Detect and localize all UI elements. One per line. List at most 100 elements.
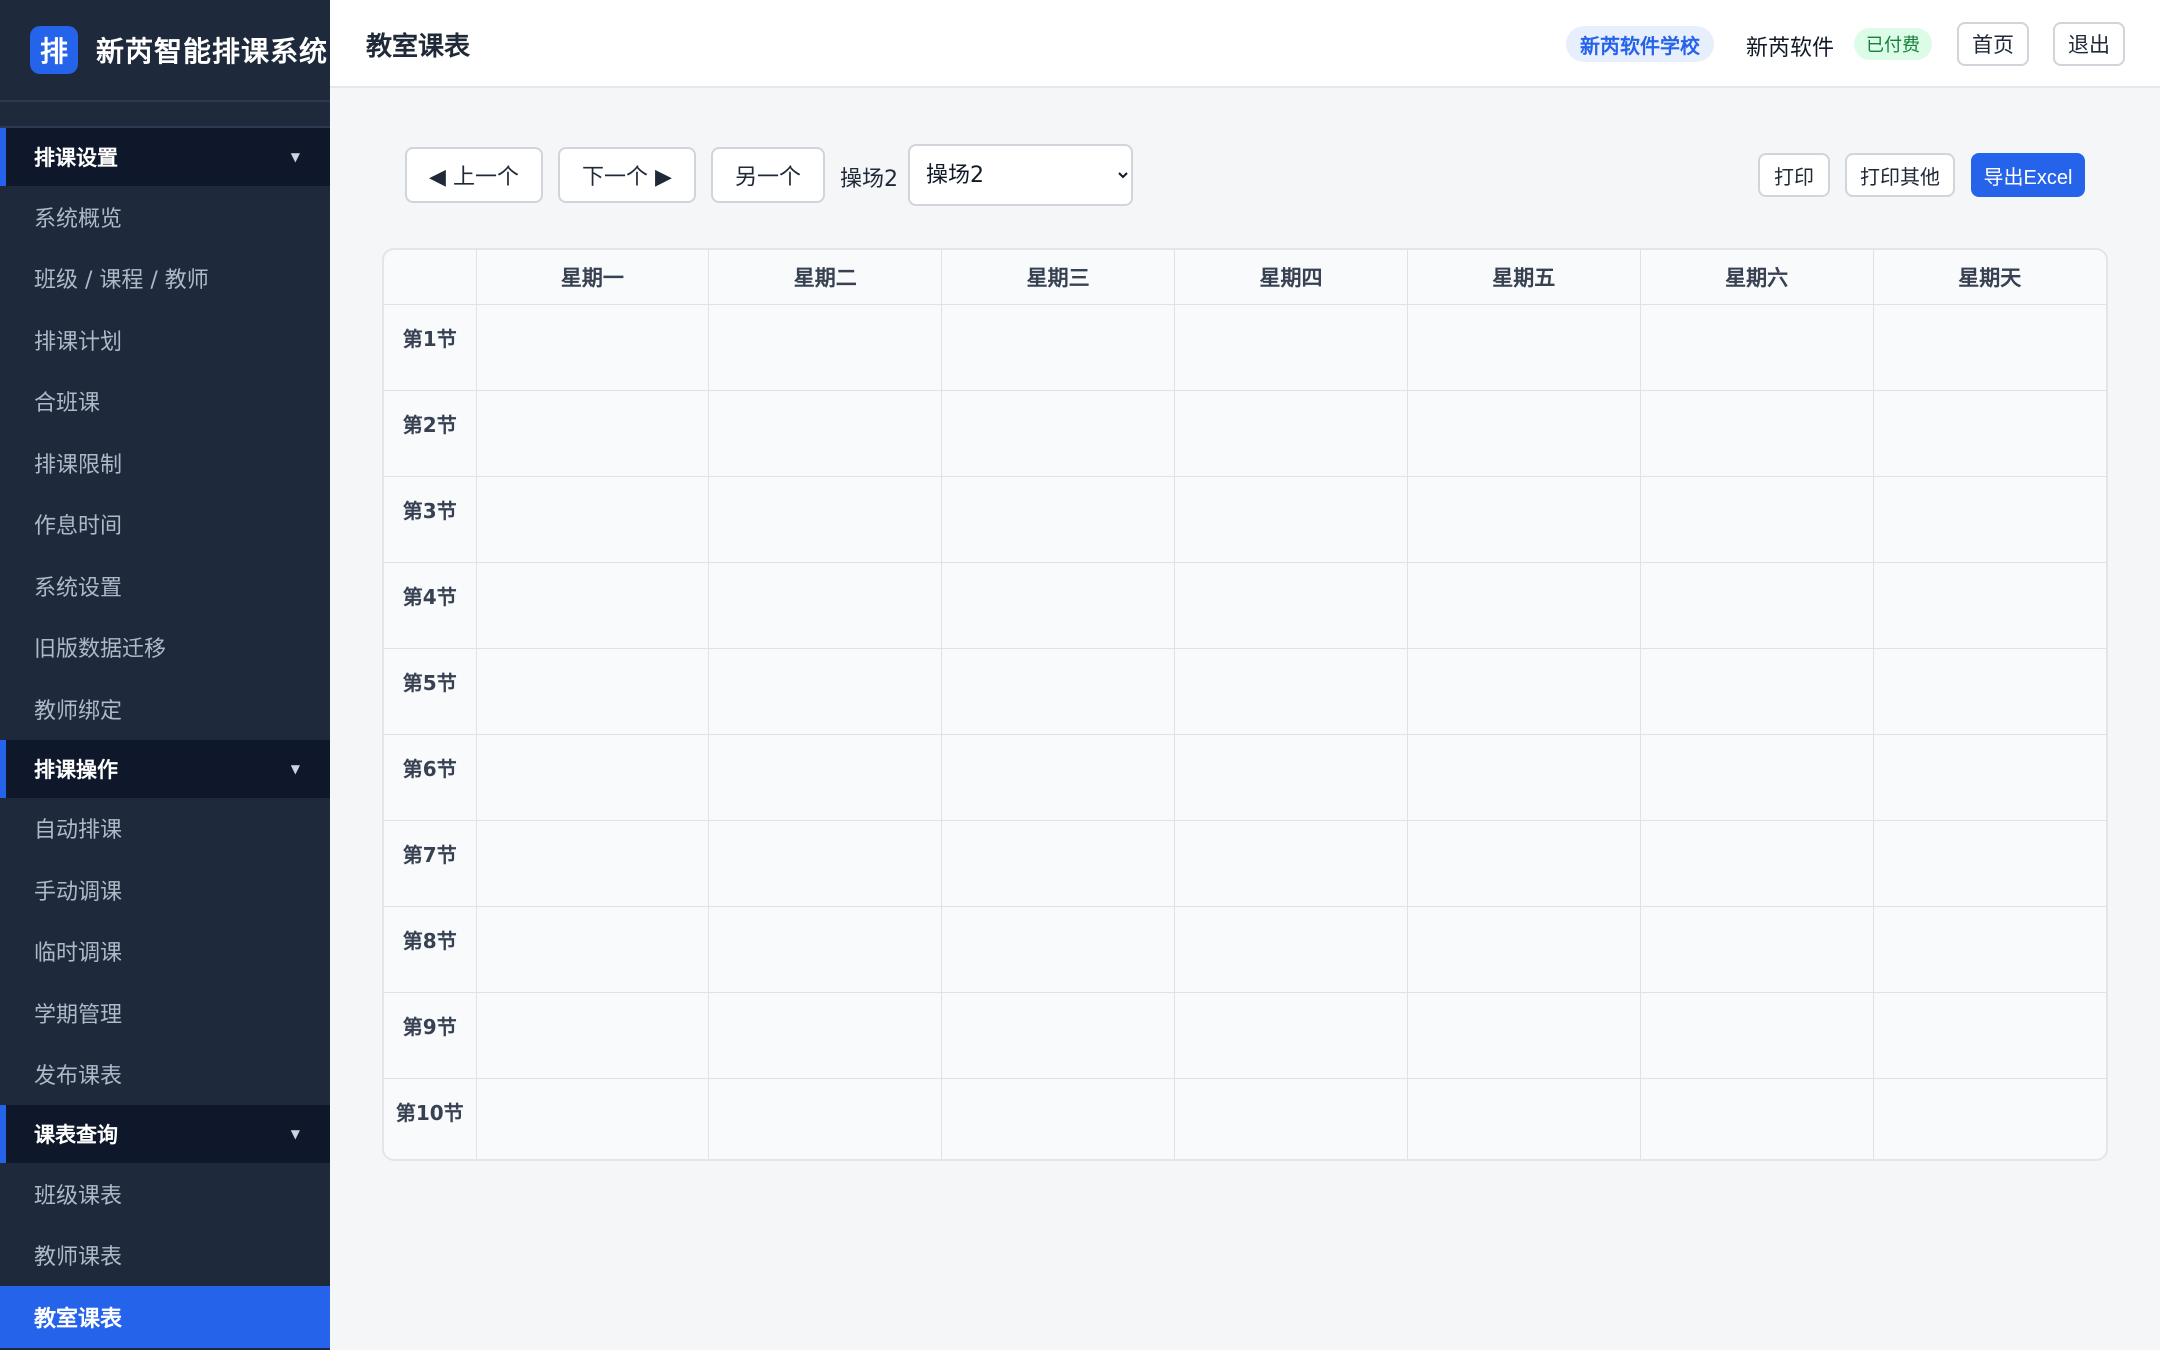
timetable-slot[interactable] [1639, 734, 1874, 821]
another-room-button[interactable]: 另一个 [711, 147, 825, 203]
sidebar-item-constraints[interactable]: 排课限制 [0, 432, 330, 494]
timetable-slot[interactable] [1872, 820, 2106, 907]
home-button[interactable]: 首页 [1957, 22, 2029, 66]
timetable-slot[interactable] [708, 906, 943, 993]
export-excel-button[interactable]: 导出Excel [1971, 153, 2085, 197]
timetable-slot[interactable] [1872, 992, 2106, 1079]
timetable-slot[interactable] [1872, 304, 2106, 391]
sidebar-item-teacher-binding[interactable]: 教师绑定 [0, 678, 330, 740]
timetable-slot[interactable] [941, 562, 1176, 649]
sidebar-item-term-management[interactable]: 学期管理 [0, 982, 330, 1044]
sidebar-item-overview[interactable]: 系统概览 [0, 186, 330, 248]
room-select[interactable]: 操场2 [908, 144, 1133, 206]
timetable-slot[interactable] [1406, 476, 1641, 563]
sidebar-item-combined-class[interactable]: 合班课 [0, 371, 330, 433]
timetable-slot[interactable] [1639, 476, 1874, 563]
timetable-slot[interactable] [1639, 390, 1874, 477]
timetable-slot[interactable] [1872, 1078, 2106, 1159]
timetable-slot[interactable] [1174, 390, 1408, 477]
timetable-slot[interactable] [1406, 820, 1641, 907]
sidebar-item-system-settings[interactable]: 系统设置 [0, 555, 330, 617]
timetable-slot[interactable] [1639, 1078, 1874, 1159]
timetable-slot[interactable] [1639, 992, 1874, 1079]
sidebar-item-schedule-plan[interactable]: 排课计划 [0, 309, 330, 371]
sidebar-item-class-course-teacher[interactable]: 班级 / 课程 / 教师 [0, 248, 330, 310]
sidebar-group-timetable-query[interactable]: 课表查询 ▼ [0, 1105, 330, 1163]
timetable-slot[interactable] [708, 562, 943, 649]
timetable-slot[interactable] [708, 648, 943, 735]
timetable-slot[interactable] [1174, 304, 1408, 391]
print-button[interactable]: 打印 [1758, 153, 1830, 197]
previous-room-button[interactable]: ◀ 上一个 [405, 147, 543, 203]
timetable-slot[interactable] [1174, 648, 1408, 735]
timetable-slot[interactable] [475, 906, 710, 993]
timetable-slot[interactable] [1872, 562, 2106, 649]
timetable-slot[interactable] [1406, 906, 1641, 993]
timetable-slot[interactable] [708, 992, 943, 1079]
sidebar-item-auto-schedule[interactable]: 自动排课 [0, 798, 330, 860]
timetable-slot[interactable] [475, 476, 710, 563]
sidebar-item-temporary-adjust[interactable]: 临时调课 [0, 921, 330, 983]
timetable-slot[interactable] [475, 562, 710, 649]
timetable-slot[interactable] [1406, 390, 1641, 477]
timetable-slot[interactable] [1639, 648, 1874, 735]
sidebar-group-schedule-operations[interactable]: 排课操作 ▼ [0, 739, 330, 798]
timetable-slot[interactable] [1872, 648, 2106, 735]
timetable-slot[interactable] [1406, 1078, 1641, 1159]
timetable-slot[interactable] [941, 390, 1176, 477]
sidebar-item-room-timetable[interactable]: 教室课表 [0, 1286, 330, 1348]
next-room-button[interactable]: 下一个 ▶ [558, 147, 696, 203]
timetable-slot[interactable] [708, 734, 943, 821]
sidebar-item-publish-timetable[interactable]: 发布课表 [0, 1044, 330, 1106]
timetable-slot[interactable] [1174, 820, 1408, 907]
timetable-slot[interactable] [941, 992, 1176, 1079]
timetable-slot[interactable] [1174, 476, 1408, 563]
timetable-slot[interactable] [941, 734, 1176, 821]
timetable-slot[interactable] [941, 476, 1176, 563]
timetable-slot[interactable] [475, 820, 710, 907]
timetable-slot[interactable] [1639, 906, 1874, 993]
timetable-slot[interactable] [1406, 734, 1641, 821]
timetable-slot[interactable] [1872, 906, 2106, 993]
timetable-slot[interactable] [1872, 476, 2106, 563]
sidebar-item-manual-adjust[interactable]: 手动调课 [0, 859, 330, 921]
timetable-slot[interactable] [1639, 820, 1874, 907]
sidebar-group-schedule-settings[interactable]: 排课设置 ▼ [0, 128, 330, 186]
print-other-button[interactable]: 打印其他 [1845, 153, 1955, 197]
timetable-slot[interactable] [708, 390, 943, 477]
timetable-slot[interactable] [941, 648, 1176, 735]
timetable-slot[interactable] [941, 1078, 1176, 1159]
timetable-slot[interactable] [708, 1078, 943, 1159]
timetable-slot[interactable] [1639, 304, 1874, 391]
timetable-slot[interactable] [1174, 906, 1408, 993]
timetable-slot[interactable] [1174, 562, 1408, 649]
timetable-slot[interactable] [1174, 734, 1408, 821]
sidebar-item-class-timetable[interactable]: 班级课表 [0, 1163, 330, 1225]
sidebar-item-teacher-timetable[interactable]: 教师课表 [0, 1225, 330, 1287]
timetable-slot[interactable] [1406, 648, 1641, 735]
current-room-label: 操场2 [840, 167, 898, 192]
timetable-slot[interactable] [475, 734, 710, 821]
timetable-slot[interactable] [475, 992, 710, 1079]
timetable-slot[interactable] [1872, 390, 2106, 477]
timetable-slot[interactable] [1406, 304, 1641, 391]
timetable-slot[interactable] [1872, 734, 2106, 821]
timetable-slot[interactable] [941, 304, 1176, 391]
timetable-slot[interactable] [708, 476, 943, 563]
timetable-slot[interactable] [475, 1078, 710, 1159]
timetable-slot[interactable] [708, 820, 943, 907]
logout-button[interactable]: 退出 [2053, 22, 2125, 66]
timetable-slot[interactable] [1639, 562, 1874, 649]
timetable-slot[interactable] [1406, 992, 1641, 1079]
timetable-slot[interactable] [1406, 562, 1641, 649]
timetable-slot[interactable] [1174, 1078, 1408, 1159]
timetable-slot[interactable] [475, 304, 710, 391]
timetable-slot[interactable] [1174, 992, 1408, 1079]
timetable-slot[interactable] [941, 820, 1176, 907]
timetable-slot[interactable] [475, 390, 710, 477]
timetable-slot[interactable] [475, 648, 710, 735]
timetable-slot[interactable] [941, 906, 1176, 993]
timetable-slot[interactable] [708, 304, 943, 391]
sidebar-item-data-migration[interactable]: 旧版数据迁移 [0, 617, 330, 679]
sidebar-item-timetable-hours[interactable]: 作息时间 [0, 494, 330, 556]
